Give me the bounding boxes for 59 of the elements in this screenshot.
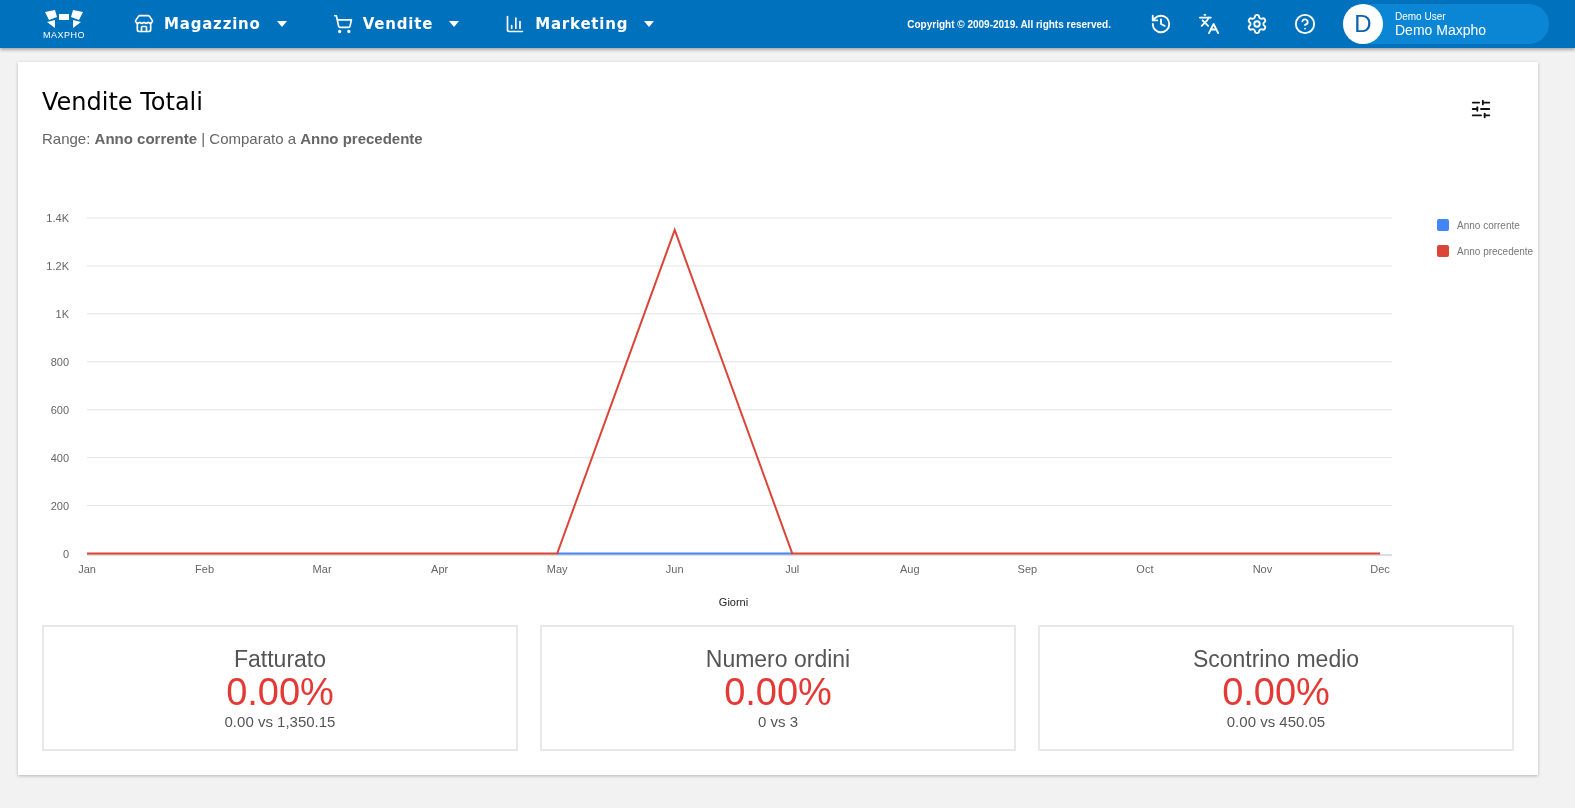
settings-icon	[1246, 13, 1268, 35]
x-tick-label: Jul	[785, 562, 800, 575]
help-icon	[1294, 13, 1316, 35]
x-axis-title: Giorni	[718, 595, 749, 608]
caret-icon	[276, 21, 287, 27]
store-icon	[134, 14, 154, 34]
copyright-text: Copyright © 2009-2019. All rights reserved.	[907, 18, 1111, 30]
x-tick-label: Jun	[665, 562, 684, 575]
stat-value: 0.00%	[226, 673, 334, 713]
stat-label: Numero ordini	[705, 646, 851, 674]
report-subtitle: Range: Anno corrente | Comparato a Anno precedente	[42, 130, 423, 147]
logo-icon	[43, 8, 85, 30]
user-avatar: D	[1343, 4, 1383, 44]
user-role: Demo User	[1395, 10, 1447, 22]
sliders-icon	[1470, 98, 1492, 120]
x-tick-label: Mar	[312, 562, 332, 575]
y-tick-label: 800	[50, 355, 69, 368]
x-tick-label: Apr	[431, 562, 449, 575]
stat-label: Scontrino medio	[1192, 646, 1360, 674]
nav-menu[interactable]: Magazzino	[130, 14, 291, 34]
x-tick-label: Sep	[1017, 562, 1038, 575]
cart-icon	[332, 14, 353, 34]
caret-icon	[449, 21, 460, 27]
logo-text: MAXPHO	[43, 30, 85, 40]
x-tick-label: Oct	[1136, 562, 1154, 575]
bar-chart-icon	[505, 14, 526, 34]
y-tick-label: 0	[62, 547, 69, 560]
history-icon	[1150, 13, 1172, 35]
report-title: Vendite Totali	[42, 88, 204, 116]
legend-label: Anno corrente	[1457, 219, 1520, 231]
y-tick-label: 400	[50, 451, 69, 464]
history-button[interactable]	[1150, 13, 1172, 35]
nav-menu[interactable]: Vendite	[328, 14, 464, 34]
y-tick-label: 600	[50, 403, 69, 416]
stat-value: 0.00%	[724, 673, 832, 713]
stat-comparison: 0.00 vs 450.05	[1226, 712, 1326, 730]
help-button[interactable]	[1294, 13, 1316, 35]
stat-comparison: 0 vs 3	[758, 712, 798, 730]
x-tick-label: Jan	[78, 562, 96, 575]
stat-comparison: 0.00 vs 1,350.15	[224, 712, 336, 730]
stat-label: Fatturato	[233, 646, 326, 674]
y-tick-label: 200	[50, 499, 69, 512]
x-tick-label: Dec	[1370, 562, 1390, 575]
caret-icon	[644, 21, 655, 27]
settings-button[interactable]	[1246, 13, 1268, 35]
x-tick-label: Feb	[195, 562, 215, 575]
user-name: Demo Maxpho	[1395, 21, 1487, 38]
legend-label: Anno precedente	[1457, 245, 1534, 257]
user-menu[interactable]: D Demo User Demo Maxpho	[1343, 4, 1549, 44]
stat-value: 0.00%	[1222, 673, 1330, 713]
translate-icon	[1198, 13, 1220, 35]
x-tick-label: Aug	[900, 562, 920, 575]
translate-button[interactable]	[1198, 13, 1220, 35]
y-tick-label: 1.4K	[46, 212, 69, 224]
x-tick-label: Nov	[1252, 562, 1273, 575]
y-tick-label: 1.2K	[46, 259, 69, 272]
nav-menu[interactable]: Marketing	[501, 14, 659, 34]
y-tick-label: 1K	[55, 307, 69, 320]
x-tick-label: May	[546, 562, 568, 575]
